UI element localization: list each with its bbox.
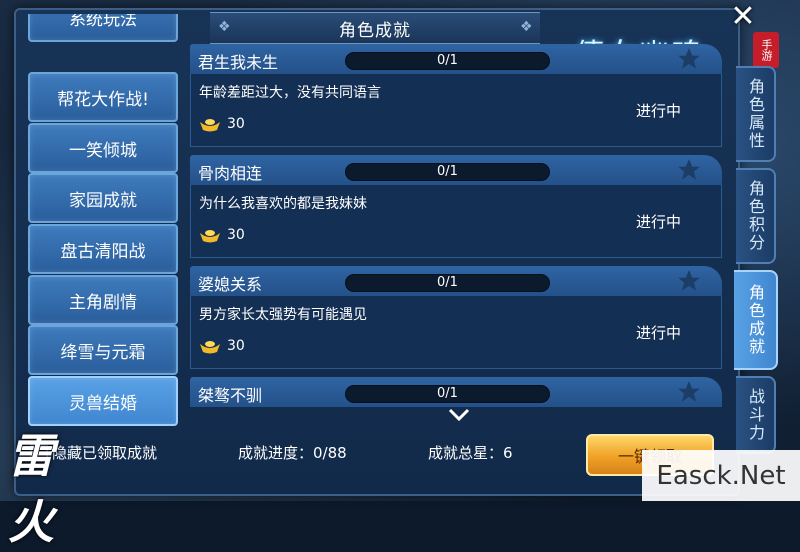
title-ornament-left-icon: ❖ [218, 19, 232, 35]
page-title: 角色成就 [339, 20, 411, 41]
achievement-description: 年龄差距过大，没有共同语言 [199, 85, 381, 101]
achievement-reward: 30 [199, 116, 245, 132]
achievement-card: 婆媳关系 0/1 男方家长太强势有可能遇见 30 进行中 [190, 266, 722, 369]
achievement-header: 桀骜不驯 0/1 [190, 377, 722, 407]
category-item[interactable]: 绛雪与元霜 [28, 325, 178, 375]
title-ornament-right-icon: ❖ [520, 19, 534, 35]
achievement-progress-text: 0/1 [437, 275, 458, 290]
achievement-card: 君生我未生 0/1 年龄差距过大，没有共同语言 30 进行中 [190, 44, 722, 147]
achievement-reward: 30 [199, 227, 245, 243]
category-item[interactable]: 主角剧情 [28, 275, 178, 325]
achievement-header: 婆媳关系 0/1 [190, 266, 722, 296]
category-item[interactable]: 系统玩法 [28, 14, 178, 42]
achievement-body: 年龄差距过大，没有共同语言 30 进行中 [190, 74, 722, 147]
reward-amount: 30 [227, 116, 245, 132]
reward-amount: 30 [227, 227, 245, 243]
achievement-status: 进行中 [635, 324, 681, 342]
watermark: Easck.Net [642, 450, 800, 501]
tab-role-points[interactable]: 角色积分 [736, 168, 776, 264]
achievement-body: 男方家长太强势有可能遇见 30 进行中 [190, 296, 722, 369]
tab-role-achievements[interactable]: 角色成就 [734, 270, 778, 370]
achievement-stars-total: 成就总星：6 [428, 444, 513, 462]
achievement-list[interactable]: 君生我未生 0/1 年龄差距过大，没有共同语言 30 进行中 骨肉相连 0/1 [190, 44, 724, 428]
chevron-down-icon[interactable] [448, 408, 470, 422]
achievement-name: 桀骜不驯 [198, 386, 263, 405]
star-icon [678, 270, 700, 291]
footer-bar: 隐藏已领取成就 成就进度：0/88 成就总星：6 一键领取 [14, 428, 736, 490]
achievement-header: 骨肉相连 0/1 [190, 155, 722, 185]
achievement-reward: 30 [199, 338, 245, 354]
category-item[interactable]: 家园成就 [28, 173, 178, 223]
achievement-name: 婆媳关系 [198, 275, 263, 294]
category-list[interactable]: 系统玩法 帮花大作战! 一笑倾城 家园成就 盘古清阳战 主角剧情 绛雪与元霜 灵… [24, 14, 182, 426]
achievement-name: 君生我未生 [198, 53, 279, 72]
achievement-progress-text: 0/1 [437, 164, 458, 179]
tab-combat-power[interactable]: 战斗力 [736, 376, 776, 454]
achievement-status: 进行中 [635, 102, 681, 120]
achievement-progress-text: 0/1 [437, 386, 458, 401]
star-icon [678, 159, 700, 180]
title-bar: ❖ 角色成就 ❖ [210, 12, 540, 44]
reward-amount: 30 [227, 338, 245, 354]
achievement-progress-text: 0/1 [437, 53, 458, 68]
achievement-name: 骨肉相连 [198, 164, 263, 183]
achievement-description: 男方家长太强势有可能遇见 [199, 307, 367, 323]
star-icon [678, 48, 700, 69]
game-logo-seal: 手游 [753, 32, 779, 68]
corner-logo: 雷火 [8, 429, 54, 549]
star-icon [678, 381, 700, 402]
ingot-icon [200, 119, 220, 132]
category-item-active[interactable]: 灵兽结婚 [28, 376, 178, 426]
achievement-status: 进行中 [635, 213, 681, 231]
achievement-progress-summary: 成就进度：0/88 [238, 444, 347, 462]
achievement-progress-bar: 0/1 [345, 52, 550, 70]
ingot-icon [200, 341, 220, 354]
achievement-header: 君生我未生 0/1 [190, 44, 722, 74]
achievement-card: 骨肉相连 0/1 为什么我喜欢的都是我妹妹 30 进行中 [190, 155, 722, 258]
achievement-body: 为什么我喜欢的都是我妹妹 30 进行中 [190, 185, 722, 258]
category-item[interactable]: 帮花大作战! [28, 72, 178, 122]
achievement-progress-bar: 0/1 [345, 274, 550, 292]
tab-role-attributes[interactable]: 角色属性 [736, 66, 776, 162]
achievement-description: 为什么我喜欢的都是我妹妹 [199, 196, 367, 212]
category-item[interactable]: 盘古清阳战 [28, 224, 178, 274]
achievement-progress-bar: 0/1 [345, 385, 550, 403]
ingot-icon [200, 230, 220, 243]
achievement-progress-bar: 0/1 [345, 163, 550, 181]
category-item[interactable]: 一笑倾城 [28, 123, 178, 173]
